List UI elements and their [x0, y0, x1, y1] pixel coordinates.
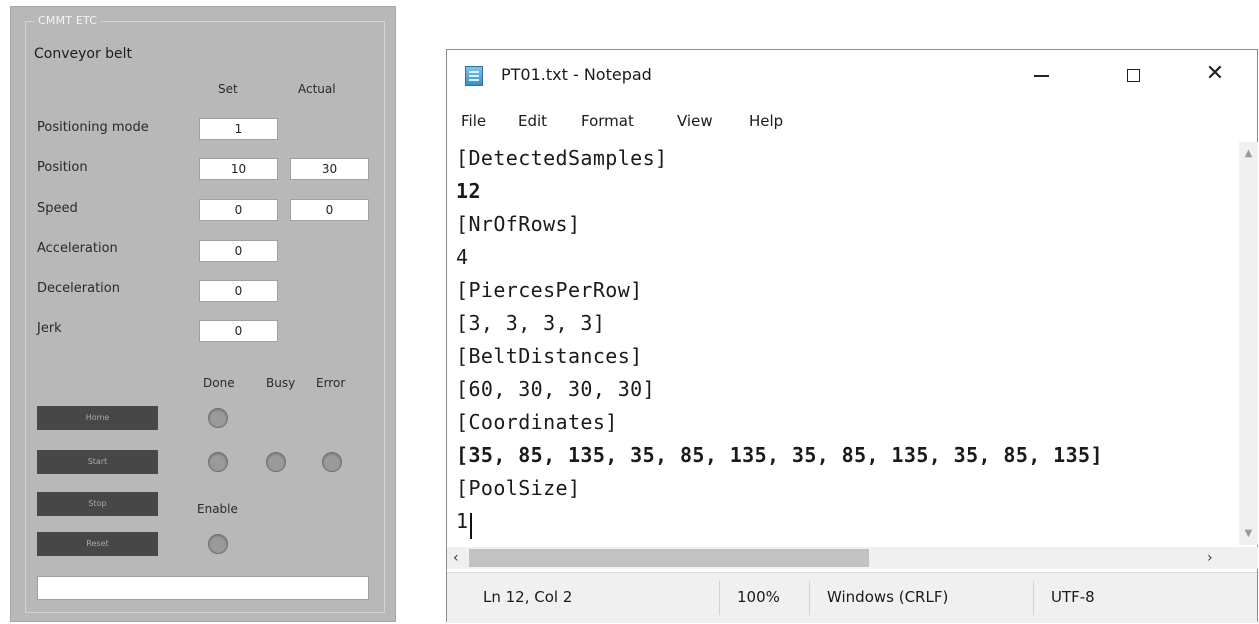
busy-header: Busy [266, 376, 296, 390]
cmmt-panel: CMMT ETC Conveyor belt Set Actual Positi… [10, 6, 396, 622]
panel-subtitle: Conveyor belt [34, 46, 133, 62]
text-line: [35, 85, 135, 35, 85, 135, 35, 85, 135, … [456, 443, 1103, 467]
notepad-app-icon [465, 66, 483, 86]
zoom-level: 100% [737, 588, 780, 606]
text-line: [BeltDistances] [456, 344, 643, 368]
encoding: UTF-8 [1051, 588, 1095, 606]
enable-label: Enable [197, 502, 238, 516]
scroll-up-icon[interactable]: ▲ [1239, 148, 1258, 159]
enable-led [208, 534, 228, 554]
status-separator [719, 581, 720, 615]
horizontal-scroll-thumb[interactable] [469, 549, 869, 567]
status-bar: Ln 12, Col 2 100% Windows (CRLF) UTF-8 [447, 572, 1257, 623]
start-button[interactable]: Start [37, 450, 158, 474]
text-line: [60, 30, 30, 30] [456, 377, 656, 401]
row-label-acceleration: Acceleration [37, 241, 118, 256]
position-actual-field: 30 [290, 158, 369, 180]
text-line: 4 [456, 245, 469, 269]
row-label-position: Position [37, 160, 88, 175]
menu-edit[interactable]: Edit [518, 112, 547, 130]
vertical-scrollbar[interactable]: ▲ ▼ [1239, 142, 1258, 545]
positioning-mode-set-field[interactable]: 1 [199, 118, 278, 140]
position-set-field[interactable]: 10 [199, 158, 278, 180]
window-title: PT01.txt - Notepad [501, 65, 652, 84]
text-line: 1 [456, 509, 469, 533]
start-error-led [322, 452, 342, 472]
scroll-right-icon[interactable]: › [1207, 547, 1213, 569]
menu-format[interactable]: Format [581, 112, 634, 130]
start-done-led [208, 452, 228, 472]
cmmt-group: CMMT ETC Conveyor belt Set Actual Positi… [25, 14, 385, 613]
close-icon[interactable]: ✕ [1187, 54, 1243, 94]
cursor-position: Ln 12, Col 2 [483, 588, 573, 606]
speed-actual-field: 0 [290, 199, 369, 221]
text-caret [470, 513, 472, 539]
scroll-down-icon[interactable]: ▼ [1239, 528, 1258, 539]
reset-button[interactable]: Reset [37, 532, 158, 556]
acceleration-set-field[interactable]: 0 [199, 240, 278, 262]
text-line: [PoolSize] [456, 476, 581, 500]
notepad-window: PT01.txt - Notepad ✕ File Edit Format Vi… [446, 49, 1258, 623]
text-editor-area[interactable]: [DetectedSamples] 12 [NrOfRows] 4 [Pierc… [447, 142, 1239, 545]
maximize-icon[interactable] [1105, 54, 1161, 94]
row-label-deceleration: Deceleration [37, 281, 120, 296]
row-label-positioning-mode: Positioning mode [37, 120, 149, 135]
deceleration-set-field[interactable]: 0 [199, 280, 278, 302]
text-line: [NrOfRows] [456, 212, 581, 236]
minimize-icon[interactable] [1013, 54, 1069, 94]
row-label-jerk: Jerk [37, 321, 62, 336]
scrollbar-corner [1239, 547, 1258, 569]
done-header: Done [203, 376, 235, 390]
home-done-led [208, 408, 228, 428]
title-bar[interactable]: PT01.txt - Notepad ✕ [447, 50, 1257, 96]
menu-bar: File Edit Format View Help [447, 106, 1257, 136]
stop-button[interactable]: Stop [37, 492, 158, 516]
text-line: [Coordinates] [456, 410, 618, 434]
home-button[interactable]: Home [37, 406, 158, 430]
row-label-speed: Speed [37, 201, 78, 216]
status-separator [809, 581, 810, 615]
menu-help[interactable]: Help [749, 112, 783, 130]
actual-column-header: Actual [298, 82, 336, 96]
horizontal-scrollbar[interactable]: ‹ › [447, 547, 1239, 569]
status-separator [1033, 581, 1034, 615]
text-line: [DetectedSamples] [456, 146, 668, 170]
text-line: [PiercesPerRow] [456, 278, 643, 302]
menu-view[interactable]: View [677, 112, 713, 130]
text-line: 12 [456, 179, 481, 203]
line-ending: Windows (CRLF) [827, 588, 949, 606]
set-column-header: Set [218, 82, 238, 96]
error-header: Error [316, 376, 346, 390]
speed-set-field[interactable]: 0 [199, 199, 278, 221]
scroll-left-icon[interactable]: ‹ [453, 547, 459, 569]
menu-file[interactable]: File [461, 112, 486, 130]
jerk-set-field[interactable]: 0 [199, 320, 278, 342]
start-busy-led [266, 452, 286, 472]
text-line: [3, 3, 3, 3] [456, 311, 606, 335]
status-message-field [37, 576, 369, 600]
group-title: CMMT ETC [34, 14, 102, 27]
